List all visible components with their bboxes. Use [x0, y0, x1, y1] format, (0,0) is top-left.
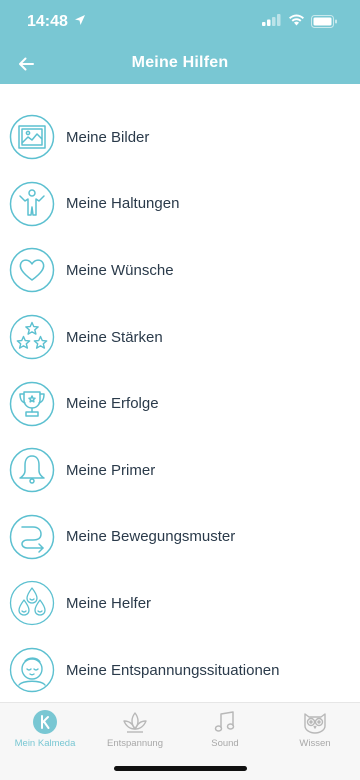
list-item-label: Meine Stärken [66, 328, 163, 346]
list-item-primer[interactable]: Meine Primer [0, 437, 360, 504]
list-item-staerken[interactable]: Meine Stärken [0, 304, 360, 371]
list-item-helfer[interactable]: Meine Helfer [0, 570, 360, 637]
list-item-label: Meine Wünsche [66, 261, 174, 279]
list-item-label: Meine Erfolge [66, 395, 159, 413]
list-item-erfolge[interactable]: Meine Erfolge [0, 370, 360, 437]
tab-entspannung[interactable]: Entspannung [90, 709, 180, 755]
helpers-list: Meine Bilder Meine Haltungen Meine Wünsc… [0, 84, 360, 703]
battery-icon [311, 15, 337, 28]
home-indicator[interactable] [114, 766, 247, 771]
tab-label: Entspannung [107, 738, 163, 749]
helpers-icon [9, 580, 55, 626]
tab-mein-kalmeda[interactable]: Mein Kalmeda [0, 709, 90, 755]
cellular-signal-icon [262, 14, 281, 26]
header-bar: Meine Hilfen [0, 44, 360, 84]
list-item-bewegungsmuster[interactable]: Meine Bewegungsmuster [0, 504, 360, 571]
tab-sound[interactable]: Sound [180, 709, 270, 755]
tab-wissen[interactable]: Wissen [270, 709, 360, 755]
list-item-haltungen[interactable]: Meine Haltungen [0, 171, 360, 238]
music-note-icon [214, 711, 235, 732]
picture-icon [9, 114, 55, 160]
list-item-label: Meine Bewegungsmuster [66, 528, 236, 546]
list-item-label: Meine Haltungen [66, 195, 180, 213]
movement-pattern-icon [9, 514, 55, 560]
location-arrow-icon [75, 15, 85, 25]
page-title: Meine Hilfen [131, 54, 229, 71]
lotus-icon [123, 712, 147, 733]
wifi-icon [289, 14, 304, 26]
bell-icon [9, 447, 55, 493]
list-item-label: Meine Bilder [66, 128, 150, 146]
stars-icon [9, 314, 55, 360]
status-bar: 14:48 [0, 0, 360, 44]
owl-icon [304, 713, 326, 734]
list-item-label: Meine Helfer [66, 594, 152, 612]
list-item-label: Meine Entspannungssituationen [66, 661, 280, 679]
kalmeda-logo-icon [33, 710, 57, 734]
list-item-wuensche[interactable]: Meine Wünsche [0, 237, 360, 304]
list-item-label: Meine Primer [66, 461, 156, 479]
status-time: 14:48 [27, 13, 68, 30]
tab-label: Sound [211, 738, 239, 749]
person-icon [9, 181, 55, 227]
tab-label: Mein Kalmeda [14, 738, 76, 749]
tab-label: Wissen [299, 738, 331, 749]
heart-icon [9, 247, 55, 293]
list-item-bilder[interactable]: Meine Bilder [0, 104, 360, 171]
relaxation-icon [9, 647, 55, 693]
trophy-icon [9, 381, 55, 427]
list-item-entspannungssituationen[interactable]: Meine Entspannungssituationen [0, 637, 360, 704]
